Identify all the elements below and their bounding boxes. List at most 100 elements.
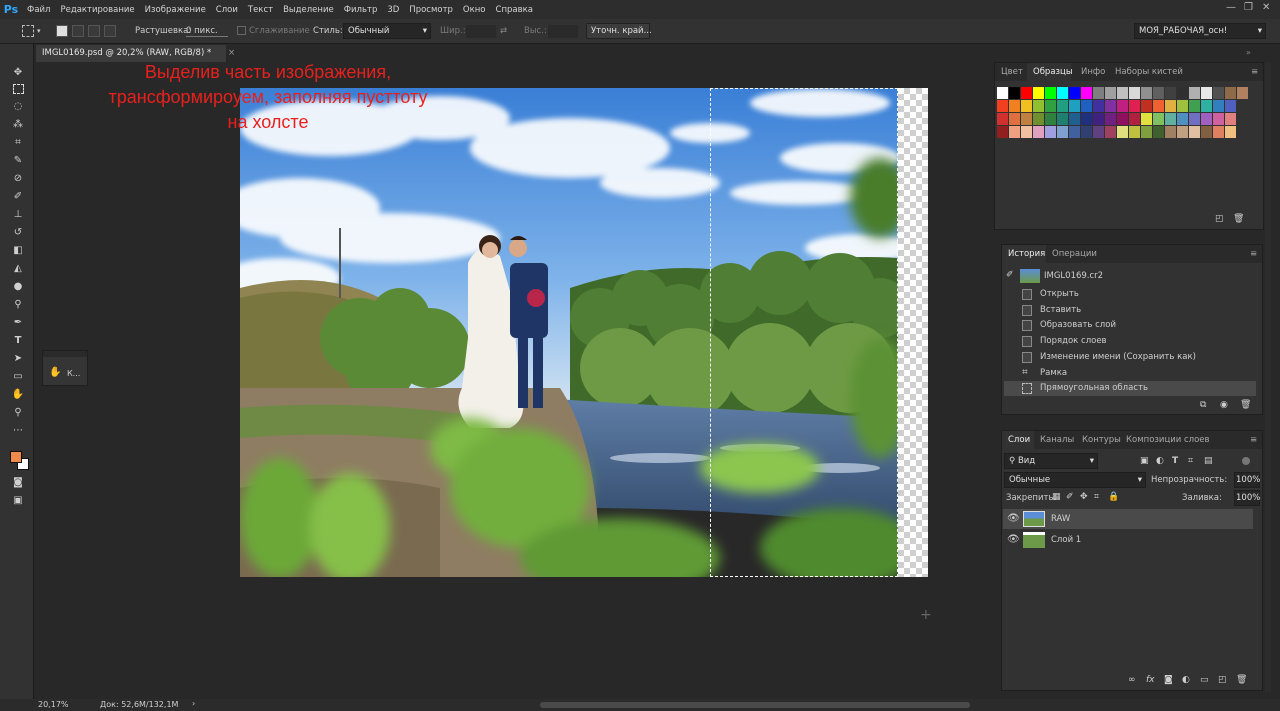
color-swatch[interactable] xyxy=(1009,113,1020,125)
new-selection-icon[interactable] xyxy=(56,25,68,37)
tab-swatches[interactable]: Образцы xyxy=(1033,67,1073,77)
color-swatch[interactable] xyxy=(1225,126,1236,138)
pen-tool-icon[interactable]: ✒ xyxy=(11,316,25,330)
menu-item[interactable]: Редактирование xyxy=(55,5,139,15)
color-swatch[interactable] xyxy=(1105,100,1116,112)
color-swatch[interactable] xyxy=(1069,87,1080,99)
color-swatch[interactable] xyxy=(1093,100,1104,112)
menu-item[interactable]: 3D xyxy=(382,5,404,15)
color-swatch[interactable] xyxy=(1225,113,1236,125)
blur-tool-icon[interactable]: ● xyxy=(11,280,25,294)
add-mask-icon[interactable]: ◙ xyxy=(1164,675,1173,685)
color-swatch[interactable] xyxy=(1105,126,1116,138)
delete-layer-icon[interactable]: 🗑 xyxy=(1236,675,1247,685)
screen-mode-icon[interactable]: ▣ xyxy=(11,494,25,508)
color-swatch[interactable] xyxy=(1213,113,1224,125)
color-swatch[interactable] xyxy=(1033,87,1044,99)
history-snapshot[interactable]: ✐ IMGL0169.cr2 xyxy=(1004,267,1256,285)
color-swatch[interactable] xyxy=(1213,126,1224,138)
panel-menu-icon[interactable]: ≡ xyxy=(1250,435,1257,445)
type-tool-icon[interactable]: T xyxy=(11,334,25,348)
height-input[interactable] xyxy=(548,25,578,38)
filter-toggle-icon[interactable] xyxy=(1242,457,1250,465)
filter-adjustment-icon[interactable]: ◐ xyxy=(1156,456,1164,466)
panel-menu-icon[interactable]: ≡ xyxy=(1250,249,1257,259)
menu-item[interactable]: Окно xyxy=(458,5,491,15)
color-swatch[interactable] xyxy=(997,126,1008,138)
color-swatch[interactable] xyxy=(1045,87,1056,99)
color-swatch[interactable] xyxy=(1129,87,1140,99)
brush-preset-icon[interactable]: ✋ xyxy=(49,367,61,378)
color-swatch[interactable] xyxy=(1033,113,1044,125)
color-swatch[interactable] xyxy=(1081,87,1092,99)
opacity-input[interactable]: 100% xyxy=(1234,472,1260,488)
crop-tool-icon[interactable]: ⌗ xyxy=(11,136,25,150)
camera-snapshot-icon[interactable]: ◉ xyxy=(1220,400,1228,410)
color-swatch[interactable] xyxy=(1141,87,1152,99)
color-swatch[interactable] xyxy=(1189,100,1200,112)
tab-actions[interactable]: Операции xyxy=(1052,249,1097,259)
color-swatch[interactable] xyxy=(1093,126,1104,138)
tab-info[interactable]: Инфо xyxy=(1081,67,1105,77)
panel-scrollbar[interactable] xyxy=(1265,62,1271,692)
menu-item[interactable]: Изображение xyxy=(140,5,211,15)
horizontal-scrollbar[interactable] xyxy=(540,702,970,708)
color-swatch[interactable] xyxy=(1009,126,1020,138)
workspace-select[interactable]: МОЯ_РАБОЧАЯ_осн! ▾ xyxy=(1134,23,1266,39)
color-swatch[interactable] xyxy=(997,87,1008,99)
color-swatch[interactable] xyxy=(1021,126,1032,138)
color-swatch[interactable] xyxy=(1081,126,1092,138)
new-group-icon[interactable]: ▭ xyxy=(1200,675,1209,685)
tab-history[interactable]: История xyxy=(1008,249,1045,259)
zoom-tool-icon[interactable]: ⚲ xyxy=(11,406,25,420)
subtract-selection-icon[interactable] xyxy=(88,25,100,37)
color-swatch[interactable] xyxy=(1153,87,1164,99)
tab-paths[interactable]: Контуры xyxy=(1082,435,1121,445)
collapse-panels-icon[interactable]: » xyxy=(1246,48,1251,57)
new-document-from-state-icon[interactable]: ⧉ xyxy=(1200,400,1206,410)
history-state[interactable]: Изменение имени (Сохранить как) xyxy=(1004,350,1256,365)
hand-tool-icon[interactable]: ✋ xyxy=(11,388,25,402)
lock-pixels-icon[interactable]: ✐ xyxy=(1066,492,1074,502)
color-swatch[interactable] xyxy=(1009,100,1020,112)
color-swatch[interactable] xyxy=(1213,87,1224,99)
history-state[interactable]: Открыть xyxy=(1004,287,1256,302)
delete-state-icon[interactable]: 🗑 xyxy=(1240,400,1251,410)
antialias-checkbox[interactable] xyxy=(237,26,246,35)
color-swatch[interactable] xyxy=(1177,87,1188,99)
quick-mask-icon[interactable]: ◙ xyxy=(11,476,25,490)
preset-chevron-down-icon[interactable]: ▾ xyxy=(37,27,41,35)
minimize-button[interactable]: — xyxy=(1226,2,1236,13)
filter-type-icon[interactable]: T xyxy=(1172,456,1178,466)
tab-color[interactable]: Цвет xyxy=(1001,67,1023,77)
lock-all-icon[interactable]: 🔒 xyxy=(1108,492,1119,502)
color-swatch[interactable] xyxy=(1093,87,1104,99)
link-layers-icon[interactable]: ∞ xyxy=(1128,675,1136,685)
fill-input[interactable]: 100% xyxy=(1234,490,1260,506)
transparent-canvas-area[interactable] xyxy=(898,88,928,577)
history-brush-source-icon[interactable]: ✐ xyxy=(1006,270,1014,280)
color-swatch[interactable] xyxy=(1045,126,1056,138)
path-selection-tool-icon[interactable]: ➤ xyxy=(11,352,25,366)
delete-swatch-icon[interactable]: 🗑 xyxy=(1233,214,1244,224)
color-swatch[interactable] xyxy=(1201,100,1212,112)
color-swatch[interactable] xyxy=(1165,113,1176,125)
color-swatch[interactable] xyxy=(1033,100,1044,112)
filter-pixel-icon[interactable]: ▣ xyxy=(1140,456,1149,466)
color-swatch[interactable] xyxy=(1165,126,1176,138)
color-swatch[interactable] xyxy=(1201,126,1212,138)
close-window-button[interactable]: ✕ xyxy=(1262,2,1270,13)
paint-bucket-tool-icon[interactable]: ◭ xyxy=(11,262,25,276)
layer-name[interactable]: Слой 1 xyxy=(1051,535,1081,545)
lock-transparent-icon[interactable]: ▦ xyxy=(1052,492,1061,502)
menu-item[interactable]: Фильтр xyxy=(339,5,383,15)
mini-panel-header[interactable] xyxy=(43,351,87,357)
color-swatch[interactable] xyxy=(1105,113,1116,125)
color-swatch[interactable] xyxy=(1033,126,1044,138)
color-swatch[interactable] xyxy=(1165,87,1176,99)
color-swatch[interactable] xyxy=(1201,87,1212,99)
color-swatch[interactable] xyxy=(1177,113,1188,125)
visibility-eye-icon[interactable]: 👁 xyxy=(1007,534,1020,545)
color-swatch[interactable] xyxy=(1081,113,1092,125)
layer-filter-select[interactable]: ⚲ Вид ▾ xyxy=(1004,453,1098,469)
